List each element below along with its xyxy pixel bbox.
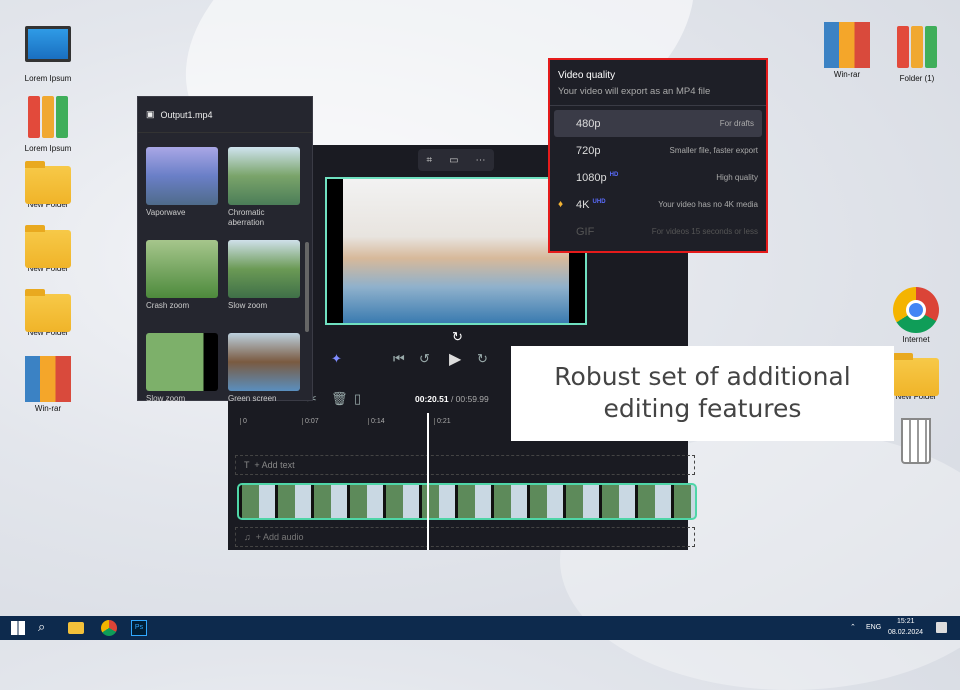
fit-icon[interactable]: ▭	[449, 155, 458, 166]
effect-vaporwave[interactable]: Vaporwave	[146, 147, 218, 230]
folder-icon	[893, 353, 939, 396]
tick: 0:21	[434, 418, 451, 425]
rewind-5-icon[interactable]: ↺	[419, 351, 430, 367]
uhd-badge: UHD	[592, 198, 606, 205]
quality-option-4k[interactable]: ♦ 4K UHD Your video has no 4K media	[550, 191, 766, 218]
desktop-icon-winrar[interactable]: Win-rar	[815, 22, 879, 79]
search-icon[interactable]: ⌕	[38, 619, 45, 635]
trash-icon	[901, 418, 931, 464]
desktop-icon-folder[interactable]: New Folder	[16, 224, 80, 273]
binder-icon	[25, 96, 71, 142]
quality-option-720p[interactable]: 720p Smaller file, faster export	[550, 137, 766, 164]
folder-icon	[25, 161, 71, 204]
rotate-icon[interactable]: ↻	[452, 329, 463, 345]
effect-slow-zoom[interactable]: Slow zoom	[146, 333, 218, 416]
effect-chromatic-aberration[interactable]: Chromatic aberration	[228, 147, 300, 230]
skip-back-icon[interactable]: ⏮	[393, 351, 405, 367]
video-quality-menu: Video quality Your video will export as …	[548, 58, 768, 253]
menu-subtitle: Your video will export as an MP4 file	[558, 86, 711, 97]
desktop-icon-computer[interactable]: Lorem Ipsum	[16, 26, 80, 83]
magic-icon[interactable]: ✦	[331, 351, 342, 367]
total-time: / 00:59.99	[450, 394, 489, 404]
crop-icon[interactable]: ⌗	[426, 155, 432, 166]
preview-toolbar: ⌗ ▭ ⋯	[418, 149, 494, 171]
tick: 0:14	[368, 418, 385, 425]
tray-chevron-icon[interactable]: ⌃	[850, 623, 856, 631]
effect-crash-zoom[interactable]: Crash zoom	[146, 240, 218, 323]
effect-green-screen[interactable]: Green screen	[228, 333, 300, 416]
winrar-icon	[824, 22, 870, 68]
binder-icon	[894, 26, 940, 72]
chrome-icon	[893, 287, 939, 333]
desktop-icon-folder[interactable]: New Folder	[16, 160, 80, 209]
taskbar: ⌕ Ps ⌃ ENG 15:21 08.02.2024	[0, 616, 960, 640]
chrome-taskbar-icon[interactable]	[101, 620, 117, 636]
panel-title: Output1.mp4	[160, 109, 213, 120]
menu-title: Video quality	[558, 70, 616, 81]
feature-caption: Robust set of additional editing features	[511, 346, 894, 441]
forward-5-icon[interactable]: ↻	[477, 351, 488, 367]
quality-option-480p[interactable]: 480p For drafts	[554, 110, 762, 137]
film-icon: ▣	[146, 109, 155, 119]
current-time: 00:20.51	[415, 394, 449, 404]
desktop-icon-internet[interactable]: Internet	[884, 287, 948, 344]
tick: 0	[240, 418, 247, 425]
more-icon[interactable]: ⋯	[476, 155, 486, 166]
add-text-track[interactable]: T + Add text	[235, 455, 695, 475]
tick: 0:07	[302, 418, 319, 425]
clock-time[interactable]: 15:21	[897, 618, 915, 625]
computer-icon	[25, 26, 71, 62]
play-icon[interactable]: ▶	[449, 349, 461, 369]
clock-date[interactable]: 08.02.2024	[888, 629, 923, 636]
playhead[interactable]	[427, 413, 429, 550]
file-explorer-icon[interactable]	[68, 622, 84, 634]
add-media-icon[interactable]: ▯	[354, 391, 361, 407]
language-indicator[interactable]: ENG	[866, 624, 881, 631]
desktop-icon-folder-1[interactable]: Folder (1)	[885, 26, 949, 83]
winrar-icon	[25, 356, 71, 402]
scrollbar[interactable]	[305, 242, 309, 332]
start-button[interactable]	[11, 621, 25, 635]
desktop-icon-binders[interactable]: Lorem Ipsum	[16, 96, 80, 153]
desktop-icon-folder[interactable]: New Folder	[16, 288, 80, 337]
notification-icon[interactable]	[936, 622, 947, 633]
add-audio-track[interactable]: ♫ + Add audio	[235, 527, 695, 547]
effects-panel: ▣ Output1.mp4 Vaporwave Chromatic aberrat…	[137, 96, 313, 403]
folder-icon	[25, 289, 71, 332]
hd-badge: HD	[609, 171, 619, 178]
delete-icon[interactable]: 🗑	[331, 391, 348, 407]
quality-option-gif: GIF For videos 15 seconds or less	[576, 225, 758, 238]
effect-slow-zoom[interactable]: Slow zoom	[228, 240, 300, 323]
folder-icon	[25, 225, 71, 268]
quality-option-1080p[interactable]: 1080p HD High quality	[550, 164, 766, 191]
premium-diamond-icon: ♦	[558, 199, 564, 210]
video-track[interactable]	[237, 483, 697, 520]
desktop-icon-winrar[interactable]: Win-rar	[16, 356, 80, 413]
photoshop-icon[interactable]: Ps	[131, 620, 147, 636]
